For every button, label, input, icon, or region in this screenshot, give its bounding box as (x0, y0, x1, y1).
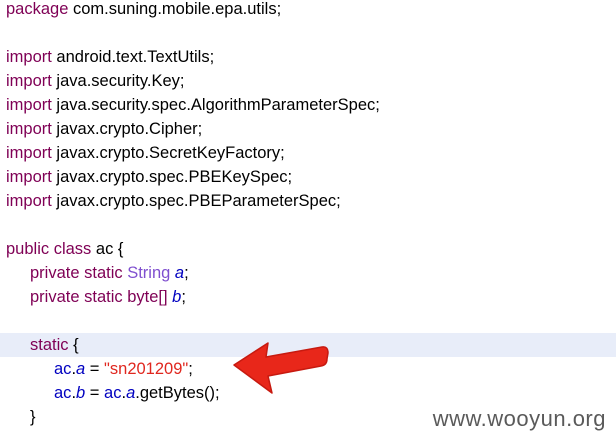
public-keyword: public (6, 240, 50, 258)
import-keyword: import (6, 48, 52, 66)
import-keyword: import (6, 96, 52, 114)
class-reference: ac (54, 360, 72, 378)
field-reference: a (76, 360, 86, 378)
import-path: android.text.TextUtils; (51, 48, 215, 66)
package-keyword: package (6, 0, 69, 18)
package-name: com.suning.mobile.epa.utils; (68, 0, 282, 18)
import-line: import javax.crypto.Cipher; (0, 117, 616, 141)
semicolon: ; (181, 288, 186, 306)
field-name: a (170, 264, 185, 282)
import-line: import javax.crypto.spec.PBEParameterSpe… (0, 189, 616, 213)
import-path: java.security.Key; (51, 72, 185, 90)
close-brace: } (30, 408, 36, 426)
string-literal: "sn201209" (104, 360, 189, 378)
field-declaration-line: private static byte[] b; (0, 285, 616, 309)
field-declaration-line: private static String a; (0, 261, 616, 285)
package-line: package com.suning.mobile.epa.utils; (0, 0, 616, 21)
class-name: ac (91, 240, 114, 258)
import-path: javax.crypto.SecretKeyFactory; (51, 144, 285, 162)
arrow-shape (233, 342, 329, 394)
semicolon: ; (184, 264, 189, 282)
open-brace: { (113, 240, 124, 258)
field-modifiers: private static (30, 288, 123, 306)
field-type: byte[] (122, 288, 168, 306)
import-keyword: import (6, 72, 52, 90)
assign-operator: = (85, 384, 105, 402)
import-path: javax.crypto.spec.PBEParameterSpec; (51, 192, 341, 210)
open-brace: { (68, 336, 79, 354)
import-path: javax.crypto.Cipher; (51, 120, 203, 138)
watermark: www.wooyun.org (432, 406, 606, 431)
import-line: import java.security.spec.AlgorithmParam… (0, 93, 616, 117)
import-path: java.security.spec.AlgorithmParameterSpe… (51, 96, 380, 114)
field-reference: a (126, 384, 136, 402)
field-reference: b (76, 384, 86, 402)
semicolon: ; (188, 360, 193, 378)
import-keyword: import (6, 144, 52, 162)
class-keyword: class (49, 240, 92, 258)
import-keyword: import (6, 192, 52, 210)
field-type: String (122, 264, 171, 282)
class-declaration-line: public class ac { (0, 237, 616, 261)
left-pointing-arrow-icon (233, 342, 329, 394)
import-line: import javax.crypto.spec.PBEKeySpec; (0, 165, 616, 189)
import-path: javax.crypto.spec.PBEKeySpec; (51, 168, 293, 186)
field-modifiers: private static (30, 264, 123, 282)
method-call: .getBytes(); (135, 384, 220, 402)
assign-operator: = (85, 360, 105, 378)
import-line: import java.security.Key; (0, 69, 616, 93)
import-keyword: import (6, 168, 52, 186)
class-reference: ac (104, 384, 122, 402)
import-line: import android.text.TextUtils; (0, 45, 616, 69)
class-reference: ac (54, 384, 72, 402)
static-keyword: static (30, 336, 69, 354)
code-editor[interactable]: package com.suning.mobile.epa.utils; imp… (0, 0, 616, 448)
import-keyword: import (6, 120, 52, 138)
import-line: import javax.crypto.SecretKeyFactory; (0, 141, 616, 165)
field-name: b (167, 288, 182, 306)
